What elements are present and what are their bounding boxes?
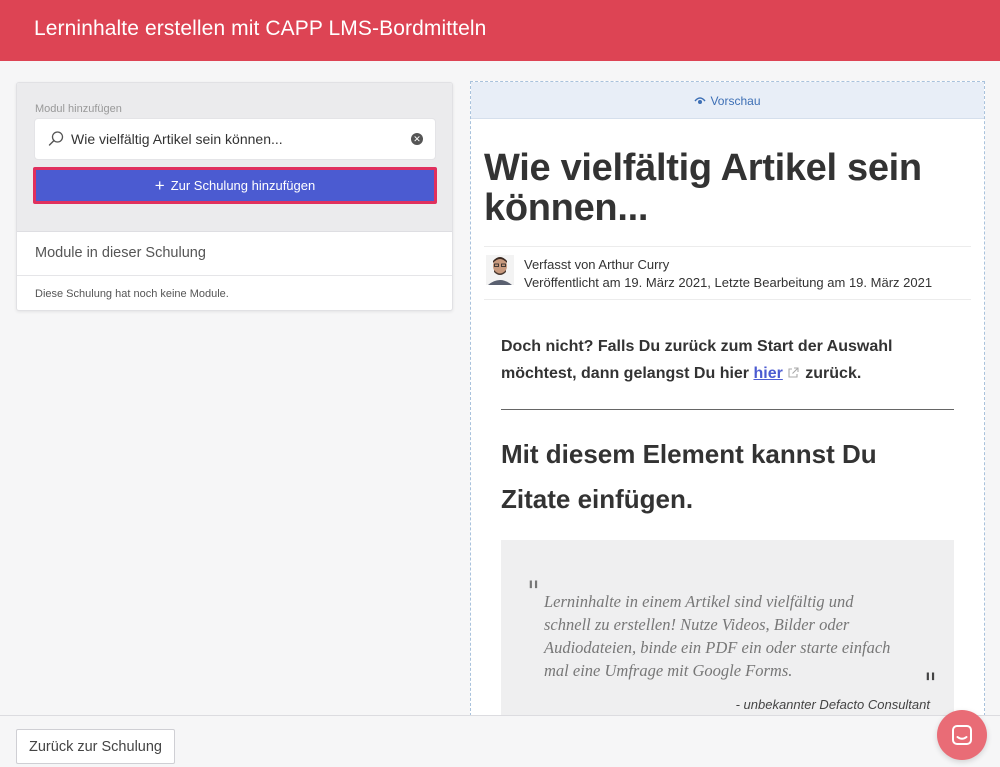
add-to-training-button[interactable]: + Zur Schulung hinzufügen: [36, 170, 434, 201]
external-link-icon: [788, 367, 799, 378]
back-to-start-link[interactable]: hier: [753, 365, 782, 382]
clear-icon[interactable]: ✕: [411, 133, 423, 145]
article-dates: Veröffentlicht am 19. März 2021, Letzte …: [524, 275, 933, 290]
content-divider: [501, 409, 954, 410]
eye-icon: [694, 97, 707, 104]
add-button-highlight: + Zur Schulung hinzufügen: [33, 167, 437, 204]
modules-empty-text: Diese Schulung hat noch keine Module.: [35, 288, 229, 300]
chat-launcher-button[interactable]: [937, 710, 987, 760]
quote-block: " Lerninhalte in einem Artikel sind viel…: [501, 540, 954, 720]
add-module-section: Modul hinzufügen ✕ + Zur Schulung hinzuf…: [17, 83, 452, 232]
page-title: Lerninhalte erstellen mit CAPP LMS-Bordm…: [34, 17, 487, 40]
quote-text: Lerninhalte in einem Artikel sind vielfä…: [544, 592, 891, 680]
add-to-training-label: Zur Schulung hinzufügen: [170, 178, 316, 193]
top-bar: Lerninhalte erstellen mit CAPP LMS-Bordm…: [0, 0, 1000, 61]
search-icon: [48, 131, 64, 146]
quote-author: - unbekannter Defacto Consultant: [735, 697, 930, 712]
module-search-input[interactable]: [71, 119, 401, 159]
article-preview[interactable]: Vorschau Wie vielfältig Artikel sein kön…: [470, 81, 985, 721]
add-module-label: Modul hinzufügen: [35, 103, 122, 115]
author-avatar: [486, 255, 514, 285]
preview-bar: Vorschau: [471, 82, 984, 119]
bottom-bar: Zurück zur Schulung: [0, 715, 1000, 767]
modules-heading-row: Module in dieser Schulung: [17, 232, 452, 276]
back-to-training-button[interactable]: Zurück zur Schulung: [16, 729, 175, 764]
article-title: Wie vielfältig Artikel sein können...: [484, 147, 922, 229]
chat-icon: [952, 725, 972, 745]
article-meta: Verfasst von Arthur Curry Veröffentlicht…: [484, 246, 971, 300]
modules-heading: Module in dieser Schulung: [35, 245, 206, 261]
module-panel: Modul hinzufügen ✕ + Zur Schulung hinzuf…: [16, 82, 453, 311]
preview-label: Vorschau: [710, 94, 761, 108]
quote-open-icon: ": [527, 575, 540, 608]
back-to-start-text: Doch nicht? Falls Du zurück zum Start de…: [501, 338, 893, 382]
module-search-box[interactable]: ✕: [35, 119, 435, 159]
plus-icon: +: [154, 176, 165, 195]
section-heading: Mit diesem Element kannst Du Zitate einf…: [501, 439, 877, 514]
quote-close-icon: ": [924, 667, 937, 700]
article-author: Verfasst von Arthur Curry: [524, 257, 670, 272]
